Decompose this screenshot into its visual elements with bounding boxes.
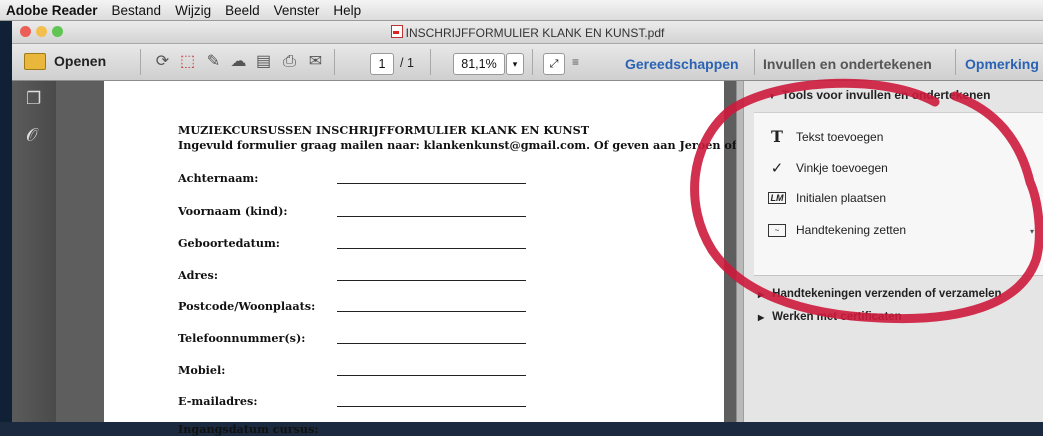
signature-icon: ~	[768, 223, 786, 237]
page-thumbnails-icon[interactable]: ❐	[26, 89, 41, 109]
desktop-background	[0, 21, 12, 422]
tools-section-title: Tools voor invullen en ondertekenen	[781, 88, 991, 102]
toolbar-overflow-icon[interactable]: ≡	[572, 55, 579, 69]
cloud-upload-icon[interactable]: ☁	[229, 52, 248, 71]
expanded-triangle-icon: ▼	[768, 92, 776, 101]
toolbar: Openen ⟳ ⬚ ✎ ☁ ▤ ⎙ ✉ 1 / 1 81,1% ▾ ⤢ ≡ G…	[12, 44, 1043, 81]
menu-venster[interactable]: Venster	[274, 3, 320, 18]
toolbar-divider	[140, 49, 141, 75]
certificates-label: Werken met certificaten	[772, 311, 902, 323]
place-initials-tool[interactable]: LM Initialen plaatsen	[768, 191, 886, 205]
field-label-postcode-city: Postcode/Woonplaats:	[178, 299, 316, 313]
page-total: / 1	[400, 56, 414, 70]
field-line-address[interactable]	[337, 280, 526, 281]
field-line-email[interactable]	[337, 406, 526, 407]
create-pdf-icon[interactable]: ⟳	[153, 52, 172, 71]
tab-fill-and-sign[interactable]: Invullen en ondertekenen	[763, 56, 932, 72]
add-text-tool[interactable]: T Tekst toevoegen	[768, 127, 883, 146]
menu-bestand[interactable]: Bestand	[112, 3, 162, 18]
reader-window: INSCHRIJFFORMULIER KLANK EN KUNST.pdf Op…	[12, 21, 1043, 436]
field-label-start-date: Ingangsdatum cursus:	[178, 422, 319, 436]
menu-bar: Adobe Reader Bestand Wijzig Beeld Venste…	[0, 0, 1043, 21]
signature-dropdown-chevron-down-icon[interactable]: ▾	[1030, 227, 1034, 236]
toolbar-divider	[334, 49, 335, 75]
field-label-first-name: Voornaam (kind):	[178, 204, 288, 218]
folder-icon	[24, 52, 46, 70]
navigation-pane: ❐ 𝒪	[12, 81, 56, 422]
menu-beeld[interactable]: Beeld	[225, 3, 260, 18]
fullscreen-icon[interactable]: ⤢	[543, 53, 565, 75]
pdf-page: MUZIEKCURSUSSEN INSCHRIJFFORMULIER KLANK…	[104, 81, 786, 436]
add-checkmark-label: Vinkje toevoegen	[796, 161, 888, 175]
fill-and-sign-panel: ▼ Tools voor invullen en ondertekenen T T…	[743, 81, 1043, 422]
field-label-birthdate: Geboortedatum:	[178, 236, 280, 250]
toolbar-divider	[430, 49, 431, 75]
field-label-address: Adres:	[178, 268, 218, 282]
field-label-email: E-mailadres:	[178, 394, 258, 408]
pdf-file-icon	[390, 25, 403, 38]
field-label-phone: Telefoonnummer(s):	[178, 331, 306, 345]
place-signature-label: Handtekening zetten	[796, 223, 907, 237]
field-label-mobile: Mobiel:	[178, 363, 226, 377]
text-icon: T	[771, 127, 783, 146]
open-button[interactable]: Openen	[24, 50, 106, 72]
title-bar: INSCHRIJFFORMULIER KLANK EN KUNST.pdf	[12, 21, 1043, 44]
field-label-surname: Achternaam:	[178, 171, 259, 185]
checkmark-icon: ✓	[770, 160, 784, 177]
print-icon[interactable]: ⎙	[280, 52, 299, 71]
collapsed-triangle-icon: ▶	[758, 290, 765, 299]
save-icon[interactable]: ▤	[254, 52, 273, 71]
export-pdf-icon[interactable]: ⬚	[178, 52, 197, 71]
send-collect-signatures-section[interactable]: ▶ Handtekeningen verzenden of verzamelen	[758, 288, 1002, 300]
window-title: INSCHRIJFFORMULIER KLANK EN KUNST.pdf	[12, 25, 1043, 40]
field-line-mobile[interactable]	[337, 375, 526, 376]
form-title: MUZIEKCURSUSSEN INSCHRIJFFORMULIER KLANK…	[178, 123, 590, 137]
toolbar-divider	[532, 49, 533, 75]
zoom-dropdown-chevron-down-icon[interactable]: ▾	[506, 53, 524, 75]
add-text-label: Tekst toevoegen	[796, 129, 884, 144]
field-line-phone[interactable]	[337, 343, 526, 344]
form-subtitle: Ingevuld formulier graag mailen naar: kl…	[178, 138, 786, 152]
tools-section-body: T Tekst toevoegen ✓ Vinkje toevoegen LM …	[754, 113, 1043, 276]
place-initials-label: Initialen plaatsen	[796, 191, 887, 205]
menu-wijzig[interactable]: Wijzig	[175, 3, 211, 18]
place-signature-tool[interactable]: ~ Handtekening zetten	[768, 223, 906, 237]
certificates-section[interactable]: ▶ Werken met certificaten	[758, 311, 902, 323]
collapsed-triangle-icon: ▶	[758, 313, 765, 322]
edit-icon[interactable]: ✎	[204, 52, 223, 71]
document-area: MUZIEKCURSUSSEN INSCHRIJFFORMULIER KLANK…	[56, 81, 786, 436]
field-line-birthdate[interactable]	[337, 248, 526, 249]
mail-icon[interactable]: ✉	[306, 52, 325, 71]
initials-icon: LM	[768, 192, 786, 204]
tab-comment[interactable]: Opmerking	[965, 56, 1039, 72]
send-collect-signatures-label: Handtekeningen verzenden of verzamelen	[772, 288, 1002, 300]
app-menu[interactable]: Adobe Reader	[6, 3, 98, 18]
toolbar-divider	[955, 49, 956, 75]
menu-help[interactable]: Help	[333, 3, 361, 18]
field-line-first-name[interactable]	[337, 216, 526, 217]
field-line-postcode-city[interactable]	[337, 311, 526, 312]
field-line-surname[interactable]	[337, 183, 526, 184]
attachments-paperclip-icon[interactable]: 𝒪	[26, 125, 37, 146]
page-number-input[interactable]: 1	[370, 53, 394, 75]
add-checkmark-tool[interactable]: ✓ Vinkje toevoegen	[768, 159, 888, 177]
open-button-label: Openen	[54, 53, 107, 69]
tools-section-header[interactable]: ▼ Tools voor invullen en ondertekenen	[754, 88, 1043, 113]
toolbar-divider	[754, 49, 755, 75]
tab-tools[interactable]: Gereedschappen	[625, 56, 739, 72]
zoom-input[interactable]: 81,1%	[453, 53, 505, 75]
window-title-text: INSCHRIJFFORMULIER KLANK EN KUNST.pdf	[405, 26, 665, 40]
